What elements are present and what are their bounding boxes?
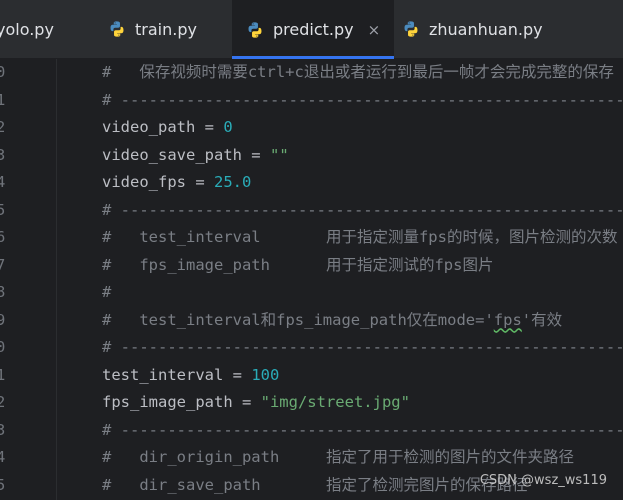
tab-predict[interactable]: predict.py × [232,0,395,59]
code-text: # dir_save_path 指定了检测完图片的保存路径 [102,472,527,500]
code-line: 0 # 保存视频时需要ctrl+c退出或者运行到最后一帧才会完成完整的保存 [0,59,623,87]
tab-label: predict.py [273,20,354,39]
tab-train[interactable]: train.py [108,0,197,58]
code-text: # test_interval和fps_image_path仅在mode='fp… [102,307,562,335]
code-text: # dir_origin_path 指定了用于检测的图片的文件夹路径 [102,444,574,472]
code-token: # [102,283,112,301]
line-number: 3 [0,420,6,439]
line-number: 5 [0,200,6,219]
code-text: video_save_path = "" [102,142,289,170]
code-line: 1 # -------------------------------------… [0,87,623,115]
code-line: 2 video_path = 0 [0,114,623,142]
code-line: 8 # [0,279,623,307]
tab-label: train.py [135,19,197,39]
code-token: fps [493,310,522,329]
code-token: 100 [251,365,280,384]
code-line: 3 video_save_path = "" [0,142,623,170]
line-number: 1 [0,90,6,109]
code-token: # 保存视频时需要ctrl+c退出或者运行到最后一帧才会完成完整的保存 [102,63,614,81]
code-text: # fps_image_path 用于指定测试的fps图片 [102,252,493,280]
line-number: 7 [0,255,6,274]
python-file-icon [404,21,418,37]
code-text: test_interval = 100 [102,362,279,390]
code-line: 0 # -------------------------------------… [0,334,623,362]
code-text: video_path = 0 [102,114,233,142]
code-token: # --------------------------------------… [102,90,623,109]
code-text: # --------------------------------------… [102,87,623,115]
code-token: "img/street.jpg" [260,393,410,411]
line-number: 6 [0,228,6,246]
code-line: 5 # -------------------------------------… [0,197,623,225]
code-text: # --------------------------------------… [102,334,623,362]
code-text: # [102,279,111,307]
line-number: 1 [0,365,6,384]
code-token: # dir_save_path 指定了检测完图片的保存路径 [102,475,528,494]
code-token: 25.0 [213,173,252,191]
tab-label: yolo.py [0,19,54,39]
code-token: # fps_image_path 用于指定测试的fps图片 [102,255,494,274]
code-token: fps_image_path = [102,393,261,411]
line-number: 4 [0,448,6,466]
code-token: 0 [223,118,233,136]
code-text: fps_image_path = "img/street.jpg" [102,389,410,417]
code-line: 1 test_interval = 100 [0,362,623,390]
tab-label: zhuanhuan.py [429,19,543,39]
code-text: # --------------------------------------… [102,197,623,225]
code-token: video_fps = [102,173,214,191]
code-line: 2 fps_image_path = "img/street.jpg" [0,389,623,417]
code-token: # --------------------------------------… [102,338,623,356]
code-token: # test_interval和fps_image_path仅在mode=' [102,310,494,329]
python-file-icon [110,21,124,37]
line-number: 0 [0,338,6,356]
code-token: # test_interval 用于指定测量fps的时候，图片检测的次数 [102,228,618,246]
code-text: # test_interval 用于指定测量fps的时候，图片检测的次数 [102,224,617,252]
editor-tab-bar: yolo.py train.py predict.py × zhuanhuan.… [0,0,623,59]
code-line: 4 video_fps = 25.0 [0,169,623,197]
line-number: 2 [0,393,6,411]
code-line: 3 # -------------------------------------… [0,417,623,445]
python-file-icon [248,21,262,38]
code-token: test_interval = [102,365,252,384]
close-tab-icon[interactable]: × [368,21,381,39]
code-editor[interactable]: 0 # 保存视频时需要ctrl+c退出或者运行到最后一帧才会完成完整的保存 1 # -… [0,59,623,500]
code-token: '有效 [521,310,563,329]
code-token: video_path = [102,118,224,136]
code-text: # 保存视频时需要ctrl+c退出或者运行到最后一帧才会完成完整的保存 [102,59,614,87]
code-line: 7 # fps_image_path 用于指定测试的fps图片 [0,252,623,280]
code-line: 4 # dir_origin_path 指定了用于检测的图片的文件夹路径 [0,444,623,472]
line-number: 0 [0,63,6,81]
watermark: CSDN @wsz_ws119 [479,473,607,488]
code-token: "" [269,145,289,164]
code-token: # --------------------------------------… [102,420,623,439]
line-number: 2 [0,118,6,136]
code-token: # --------------------------------------… [102,200,623,219]
code-token: # dir_origin_path 指定了用于检测的图片的文件夹路径 [102,448,574,466]
code-text: video_fps = 25.0 [102,169,251,197]
code-text: # --------------------------------------… [102,417,623,445]
line-number: 4 [0,173,6,191]
code-token: video_save_path = [102,145,270,164]
tab-zhuanhuan[interactable]: zhuanhuan.py [402,0,543,58]
line-number: 9 [0,310,6,329]
line-number: 8 [0,283,6,301]
line-number: 3 [0,145,6,164]
code-line: 9 # test_interval和fps_image_path仅在mode='f… [0,307,623,335]
tab-yolo[interactable]: yolo.py [0,0,54,58]
line-number: 5 [0,475,6,494]
code-line: 6 # test_interval 用于指定测量fps的时候，图片检测的次数 [0,224,623,252]
